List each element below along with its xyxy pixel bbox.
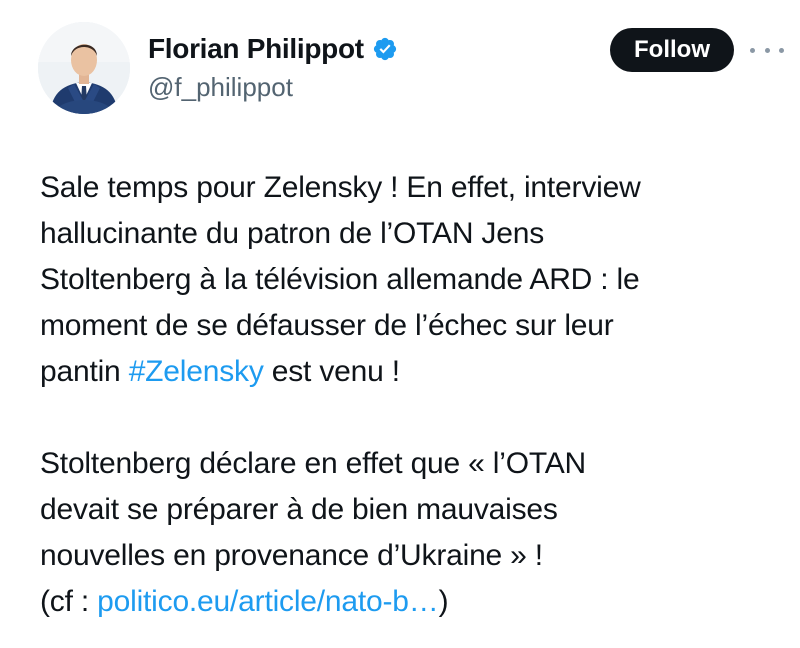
text-line: moment de se défausser de l’échec sur le… (40, 309, 614, 342)
more-horizontal-icon[interactable] (750, 40, 784, 60)
tweet-text: Sale temps pour Zelensky ! En effet, int… (40, 165, 780, 625)
tweet-card: Florian Philippot @f_philippot Follow Sa… (0, 0, 800, 648)
text-fragment: pantin (40, 355, 129, 388)
text-fragment: est venu ! (263, 355, 400, 388)
author-display-name[interactable]: Florian Philippot (148, 33, 364, 65)
tweet-header: Florian Philippot @f_philippot Follow (38, 22, 784, 122)
text-line: Stoltenberg à la télévision allemande AR… (40, 263, 640, 296)
hashtag-link[interactable]: #Zelensky (129, 355, 264, 388)
text-line: pantin #Zelensky est venu ! (40, 349, 780, 395)
verified-badge-icon (372, 36, 398, 62)
text-line: (cf : politico.eu/article/nato-b…) (40, 579, 780, 625)
profile-photo-icon (38, 22, 130, 114)
tweet-paragraph-1: Sale temps pour Zelensky ! En effet, int… (40, 165, 780, 395)
text-line: hallucinante du patron de l’OTAN Jens (40, 217, 545, 250)
text-line: devait se préparer à de bien mauvaises (40, 493, 558, 526)
author-handle[interactable]: @f_philippot (148, 72, 398, 103)
name-row: Florian Philippot (148, 30, 398, 68)
tweet-paragraph-2: Stoltenberg déclare en effet que « l’OTA… (40, 441, 780, 625)
text-line: Sale temps pour Zelensky ! En effet, int… (40, 171, 641, 204)
text-line: nouvelles en provenance d’Ukraine » ! (40, 539, 543, 572)
article-link[interactable]: politico.eu/article/nato-b… (97, 585, 439, 618)
text-fragment: ) (438, 585, 449, 618)
author-info: Florian Philippot @f_philippot (148, 30, 398, 103)
text-fragment: (cf : (40, 585, 98, 618)
follow-button[interactable]: Follow (610, 28, 734, 72)
avatar[interactable] (38, 22, 130, 114)
text-line: Stoltenberg déclare en effet que « l’OTA… (40, 447, 587, 480)
